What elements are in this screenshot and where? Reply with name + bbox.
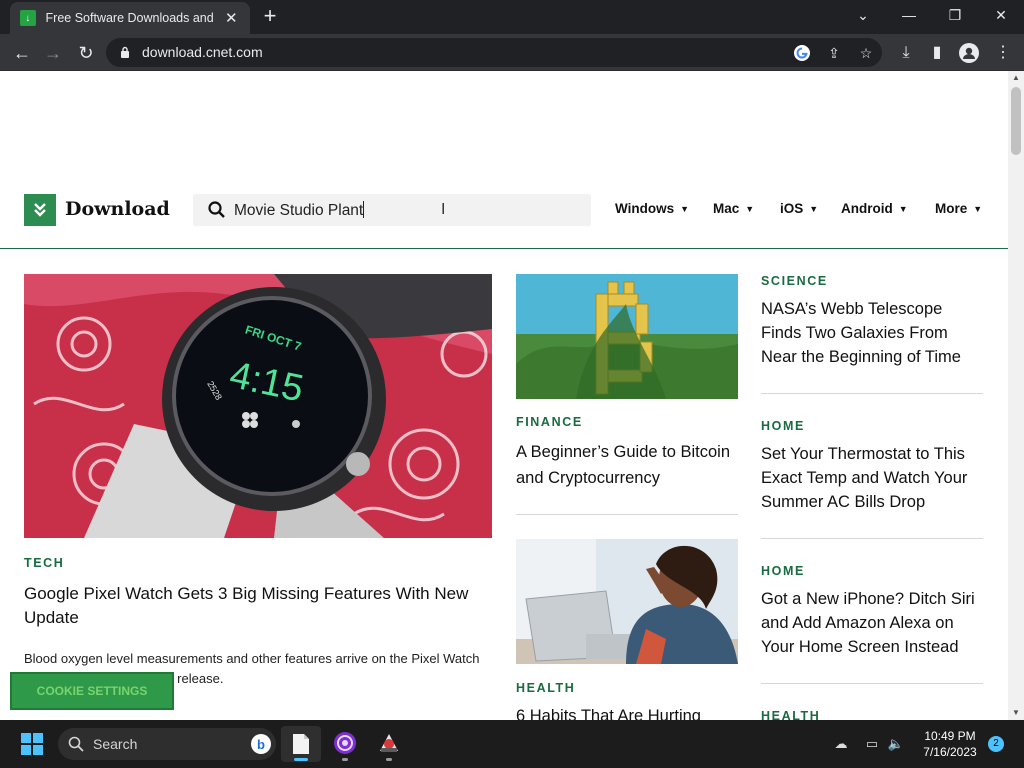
google-icon[interactable] xyxy=(790,41,814,65)
lock-icon xyxy=(121,46,129,58)
nav-ios[interactable]: iOS ▼ xyxy=(780,201,818,216)
svg-text:b: b xyxy=(257,737,265,752)
download-icon[interactable]: ⤓ xyxy=(893,40,919,66)
scrollbar-thumb[interactable] xyxy=(1011,87,1021,155)
site-logo-text[interactable]: Download xyxy=(65,198,170,220)
volume-icon[interactable]: 🔈 xyxy=(886,734,906,754)
windows-taskbar: Search b ☁ ▭ 🔈 10:49 PM 7/16/2023 2 xyxy=(0,720,1024,768)
taskbar-clock[interactable]: 10:49 PM 7/16/2023 xyxy=(918,728,982,760)
divider xyxy=(761,683,983,684)
taskbar-file-app[interactable] xyxy=(281,726,321,762)
browser-toolbar: ← → ↻ download.cnet.com ⇪ ☆ ⤓ ▮ ⋮ xyxy=(0,34,1024,71)
taskbar-search-label: Search xyxy=(93,736,138,752)
search-value: Movie Studio Plant xyxy=(234,201,365,219)
scroll-down-arrow-icon[interactable]: ▼ xyxy=(1008,706,1024,720)
scroll-up-arrow-icon[interactable]: ▲ xyxy=(1008,71,1024,85)
search-icon xyxy=(68,736,84,752)
nav-windows[interactable]: Windows ▼ xyxy=(615,201,689,216)
reload-button[interactable]: ↻ xyxy=(73,40,99,66)
chevron-down-icon: ▼ xyxy=(680,204,690,214)
divider xyxy=(761,538,983,539)
side-panel-icon[interactable]: ▮ xyxy=(924,40,950,66)
taskbar-tor-browser[interactable] xyxy=(325,726,365,762)
health-article-image[interactable] xyxy=(516,539,738,664)
web-page: Download Movie Studio Plant I Windows ▼ M… xyxy=(0,71,1008,720)
address-bar[interactable]: download.cnet.com ⇪ ☆ xyxy=(106,38,882,67)
taskbar-app-3[interactable] xyxy=(369,726,409,762)
minimize-button[interactable]: — xyxy=(894,4,924,26)
middle-kicker-1[interactable]: FINANCE xyxy=(516,415,583,429)
middle-headline-2[interactable]: 6 Habits That Are Hurting xyxy=(516,704,738,720)
featured-headline[interactable]: Google Pixel Watch Gets 3 Big Missing Fe… xyxy=(24,582,492,630)
close-window-button[interactable]: ✕ xyxy=(986,4,1016,26)
download-logo-icon[interactable] xyxy=(24,194,56,226)
notification-badge[interactable]: 2 xyxy=(988,736,1004,752)
divider xyxy=(761,393,983,394)
right-headline-2[interactable]: Set Your Thermostat to This Exact Temp a… xyxy=(761,442,983,514)
bitcoin-article-image[interactable] xyxy=(516,274,738,399)
cloud-off-icon[interactable]: ☁ xyxy=(831,734,851,754)
tor-browser-icon xyxy=(334,732,356,754)
forward-button[interactable]: → xyxy=(40,40,66,66)
menu-kebab-icon[interactable]: ⋮ xyxy=(990,40,1016,66)
browser-tab-bar: ↓ Free Software Downloads and Re ✕ + ⌄ —… xyxy=(0,0,1024,34)
nav-mac[interactable]: Mac ▼ xyxy=(713,201,754,216)
url-text: download.cnet.com xyxy=(142,44,263,60)
network-icon[interactable]: ▭ xyxy=(862,734,882,754)
page-scrollbar[interactable]: ▲ ▼ xyxy=(1008,71,1024,720)
bing-icon[interactable]: b xyxy=(250,733,272,755)
right-kicker-4[interactable]: HEALTH xyxy=(761,709,820,720)
featured-article-image[interactable]: FRI OCT 7 4:15 2528 xyxy=(24,274,492,538)
windows-start-icon[interactable] xyxy=(21,733,43,755)
right-headline-3[interactable]: Got a New iPhone? Ditch Siri and Add Ama… xyxy=(761,587,983,659)
share-icon[interactable]: ⇪ xyxy=(822,41,846,65)
right-headline-1[interactable]: NASA’s Webb Telescope Finds Two Galaxies… xyxy=(761,297,983,369)
right-kicker-2[interactable]: HOME xyxy=(761,419,805,433)
site-search-input[interactable]: Movie Studio Plant I xyxy=(193,194,591,226)
taskbar-search[interactable]: Search b xyxy=(58,728,276,760)
app-icon xyxy=(380,734,398,752)
nav-android[interactable]: Android ▼ xyxy=(841,201,908,216)
back-button[interactable]: ← xyxy=(9,40,35,66)
chevron-down-icon: ▼ xyxy=(809,204,819,214)
divider xyxy=(516,514,738,515)
bookmark-star-icon[interactable]: ☆ xyxy=(854,41,878,65)
clock-time: 10:49 PM xyxy=(924,729,976,743)
tab-search-chevron-icon[interactable]: ⌄ xyxy=(848,4,878,26)
chevron-down-icon: ▼ xyxy=(898,204,908,214)
close-tab-icon[interactable]: ✕ xyxy=(223,9,240,27)
chevron-down-icon: ▼ xyxy=(973,204,983,214)
right-kicker-1[interactable]: SCIENCE xyxy=(761,274,828,288)
clock-date: 7/16/2023 xyxy=(923,745,977,759)
middle-headline-1[interactable]: A Beginner’s Guide to Bitcoin and Crypto… xyxy=(516,439,738,491)
browser-tab[interactable]: ↓ Free Software Downloads and Re ✕ xyxy=(10,2,250,34)
nav-more[interactable]: More ▼ xyxy=(935,201,982,216)
right-kicker-3[interactable]: HOME xyxy=(761,564,805,578)
featured-kicker[interactable]: TECH xyxy=(24,556,64,570)
chevron-down-icon: ▼ xyxy=(745,204,755,214)
tab-title: Free Software Downloads and Re xyxy=(45,11,217,25)
middle-kicker-2[interactable]: HEALTH xyxy=(516,681,575,695)
download-favicon-icon: ↓ xyxy=(20,10,36,26)
search-icon xyxy=(208,201,225,218)
document-icon xyxy=(293,734,309,754)
restore-button[interactable]: ❐ xyxy=(940,4,970,26)
new-tab-button[interactable]: + xyxy=(258,5,282,28)
text-cursor-icon: I xyxy=(441,201,446,218)
cookie-settings-button[interactable]: COOKIE SETTINGS xyxy=(10,672,174,710)
profile-avatar-icon[interactable] xyxy=(956,40,982,66)
site-header: Download Movie Studio Plant I Windows ▼ M… xyxy=(0,191,1008,249)
